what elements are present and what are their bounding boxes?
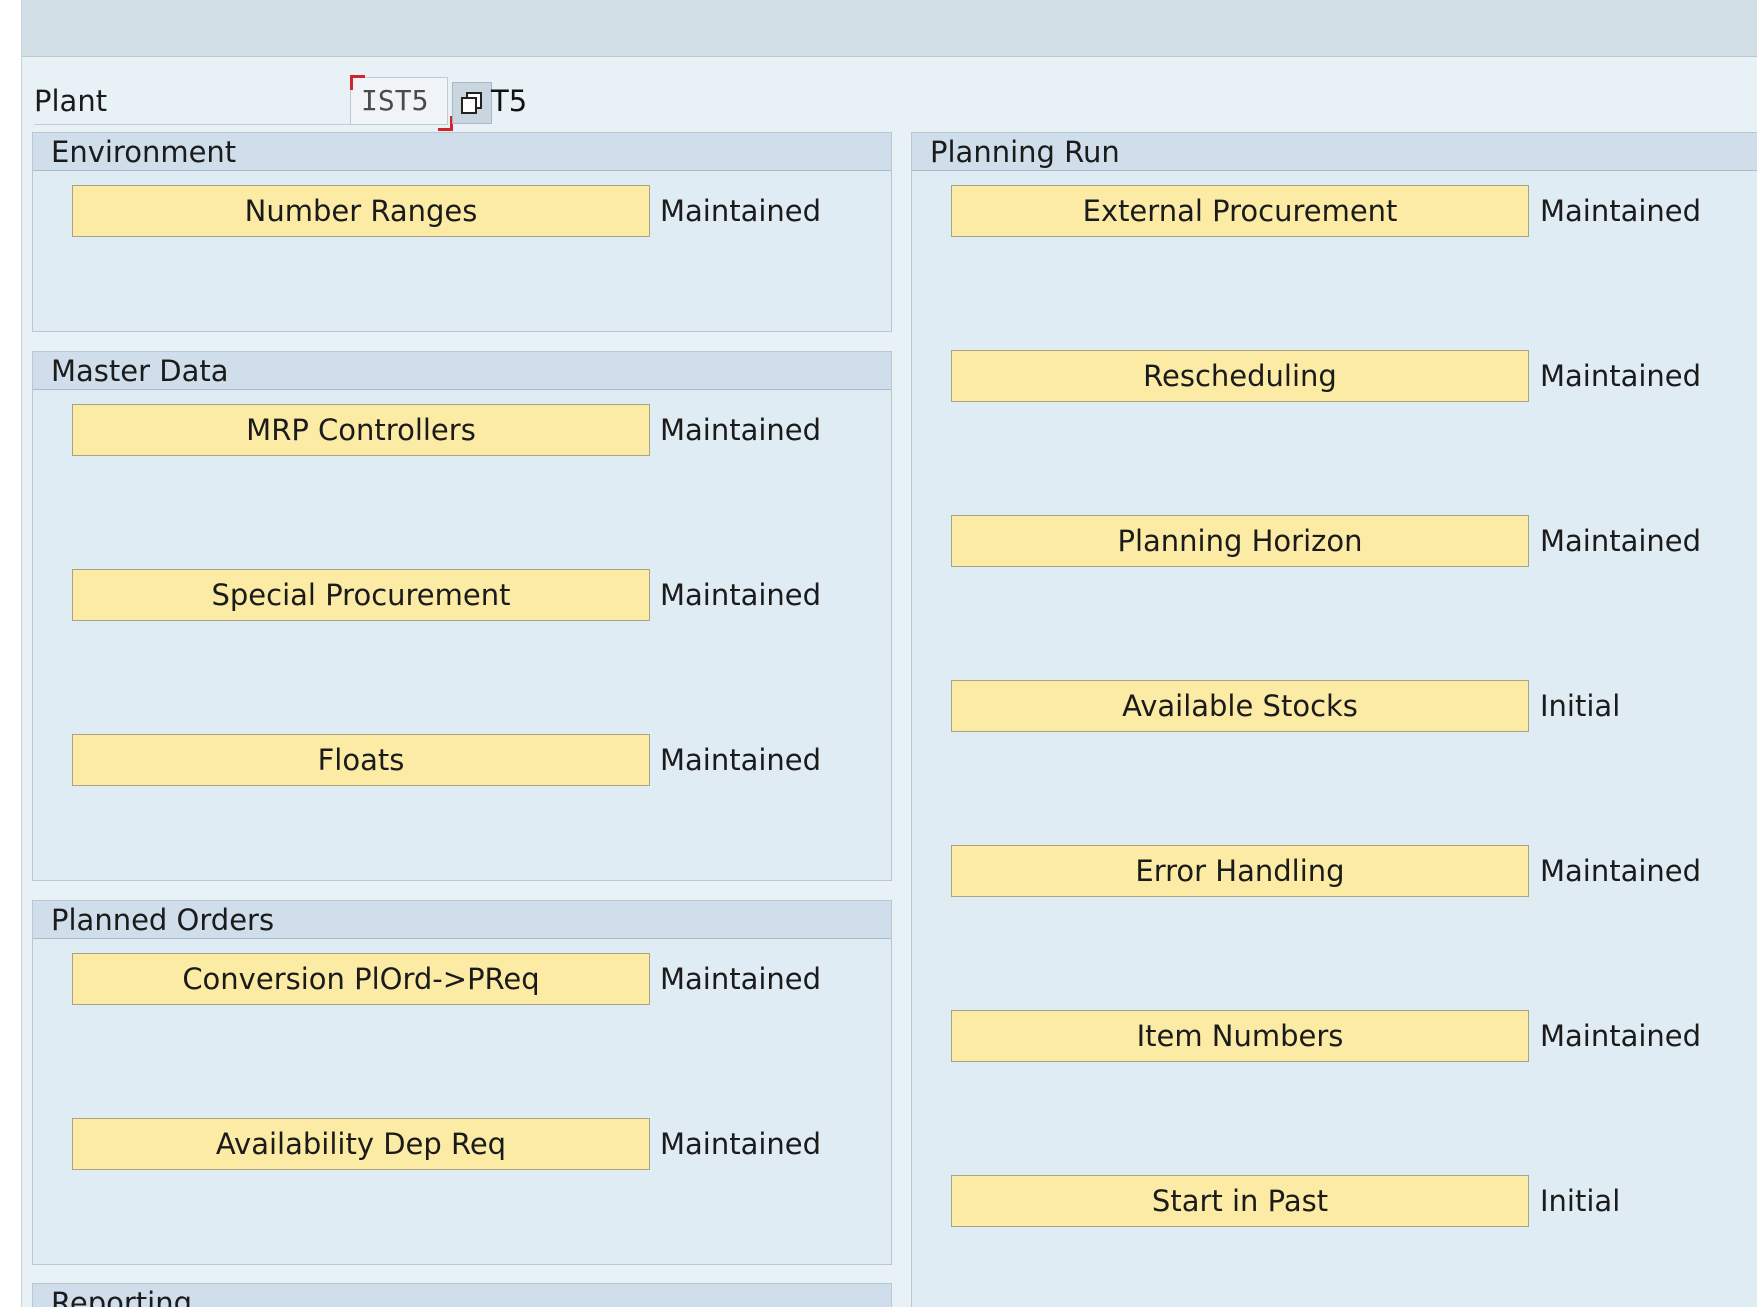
group-reporting: Reporting (32, 1283, 892, 1307)
external-procurement-status: Maintained (1540, 194, 1702, 228)
conversion-plord-preq-button[interactable]: Conversion PlOrd->PReq (72, 953, 650, 1005)
special-procurement-status: Maintained (660, 578, 822, 612)
plant-description: T5 (491, 84, 528, 118)
availability-dep-req-status: Maintained (660, 1127, 822, 1161)
group-header-environment: Environment (33, 133, 891, 171)
mrp-controllers-status: Maintained (660, 413, 822, 447)
special-procurement-button[interactable]: Special Procurement (72, 569, 650, 621)
rescheduling-status: Maintained (1540, 359, 1702, 393)
error-handling-button[interactable]: Error Handling (951, 845, 1529, 897)
planning-horizon-button[interactable]: Planning Horizon (951, 515, 1529, 567)
conversion-plord-preq-status: Maintained (660, 962, 822, 996)
group-header-planning-run: Planning Run (912, 133, 1757, 171)
mrp-controllers-button[interactable]: MRP Controllers (72, 404, 650, 456)
number-ranges-button[interactable]: Number Ranges (72, 185, 650, 237)
group-header-master-data: Master Data (33, 352, 891, 390)
start-in-past-status: Initial (1540, 1184, 1621, 1218)
copy-icon (461, 92, 482, 114)
item-numbers-button[interactable]: Item Numbers (951, 1010, 1529, 1062)
copy-button[interactable] (452, 82, 492, 124)
number-ranges-status: Maintained (660, 194, 822, 228)
focus-corner-bottom-right (438, 116, 453, 131)
left-margin (0, 0, 22, 1307)
plant-label: Plant (34, 84, 108, 118)
planning-horizon-status: Maintained (1540, 524, 1702, 558)
group-header-planned-orders: Planned Orders (33, 901, 891, 939)
floats-button[interactable]: Floats (72, 734, 650, 786)
focus-corner-top-left (350, 75, 365, 90)
rescheduling-button[interactable]: Rescheduling (951, 350, 1529, 402)
start-in-past-button[interactable]: Start in Past (951, 1175, 1529, 1227)
available-stocks-status: Initial (1540, 689, 1621, 723)
group-header-reporting: Reporting (33, 1284, 891, 1307)
floats-status: Maintained (660, 743, 822, 777)
available-stocks-button[interactable]: Available Stocks (951, 680, 1529, 732)
error-handling-status: Maintained (1540, 854, 1702, 888)
availability-dep-req-button[interactable]: Availability Dep Req (72, 1118, 650, 1170)
item-numbers-status: Maintained (1540, 1019, 1702, 1053)
sap-screen: Plant IST5 T5 Environment Number Ranges … (0, 0, 1757, 1307)
plant-label-underline (34, 124, 350, 125)
external-procurement-button[interactable]: External Procurement (951, 185, 1529, 237)
toolbar-area (22, 0, 1757, 57)
